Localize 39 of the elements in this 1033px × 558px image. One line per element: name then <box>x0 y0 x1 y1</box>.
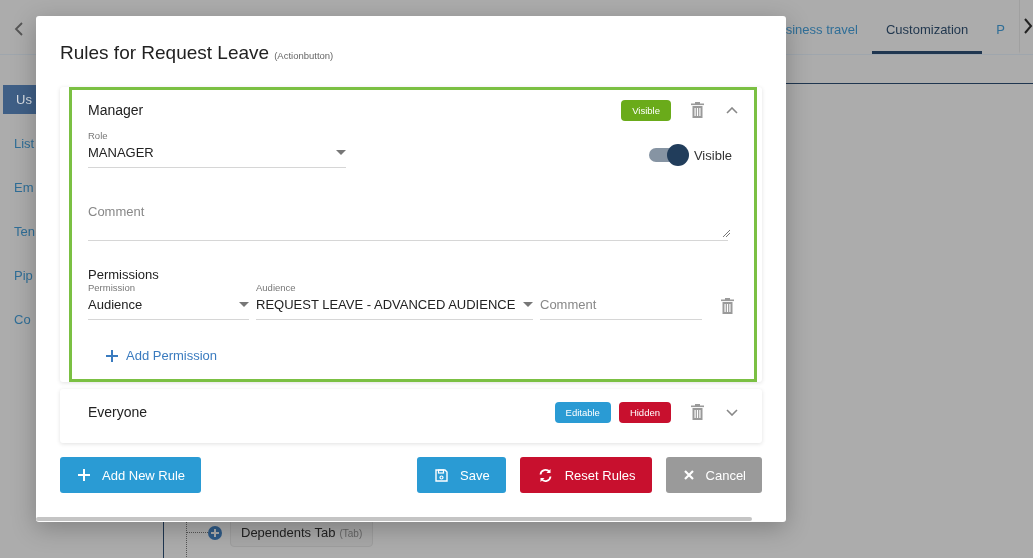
chevron-left-icon[interactable] <box>14 22 23 36</box>
dialog-title: Rules for Request Leave <box>60 42 270 64</box>
resize-grip-icon[interactable] <box>722 229 730 237</box>
nav-tab[interactable]: Customization <box>871 0 983 54</box>
reset-button[interactable]: Reset Rules <box>519 457 652 493</box>
save-button[interactable]: Save <box>417 457 506 493</box>
trash-icon[interactable] <box>721 298 734 314</box>
plus-icon <box>106 349 118 362</box>
plus-icon <box>78 469 90 481</box>
status-badge: Editable <box>554 401 611 423</box>
refresh-icon <box>537 467 553 483</box>
plus-circle-icon[interactable] <box>208 525 222 540</box>
comment-textarea[interactable]: Comment <box>88 202 728 240</box>
rule-name: Everyone <box>88 404 149 420</box>
nav-tab[interactable]: P <box>982 0 1019 54</box>
node-type-tag: (Tab) <box>339 528 363 539</box>
dialog-subtitle: (Actionbutton) <box>274 50 334 61</box>
toggle-label: Visible <box>693 147 732 163</box>
caret-icon <box>523 302 533 307</box>
trash-icon[interactable] <box>691 404 704 420</box>
add-permission-link[interactable]: Add Permission <box>106 348 218 363</box>
chevron-down-icon[interactable] <box>726 408 738 416</box>
select-field[interactable]: Permission Audience <box>88 282 249 320</box>
close-icon <box>683 470 694 480</box>
caret-icon <box>239 302 249 307</box>
status-badge: Visible <box>621 99 671 121</box>
chevron-right-icon[interactable] <box>1024 18 1033 34</box>
chevron-up-icon[interactable] <box>726 106 738 114</box>
trash-icon[interactable] <box>691 102 704 118</box>
status-badge: Hidden <box>618 401 671 423</box>
rule-name: Manager <box>88 102 145 118</box>
select-field[interactable]: Audience REQUEST LEAVE - ADVANCED AUDIENCE <box>256 282 533 320</box>
toggle-switch[interactable] <box>648 144 687 166</box>
caret-icon <box>336 150 346 155</box>
select-field[interactable]: Role MANAGER <box>88 130 346 168</box>
scrollbar[interactable] <box>36 517 752 521</box>
add-button[interactable]: Add New Rule <box>60 457 202 493</box>
section-heading: Permissions <box>88 267 160 282</box>
cancel-button[interactable]: Cancel <box>665 457 762 493</box>
